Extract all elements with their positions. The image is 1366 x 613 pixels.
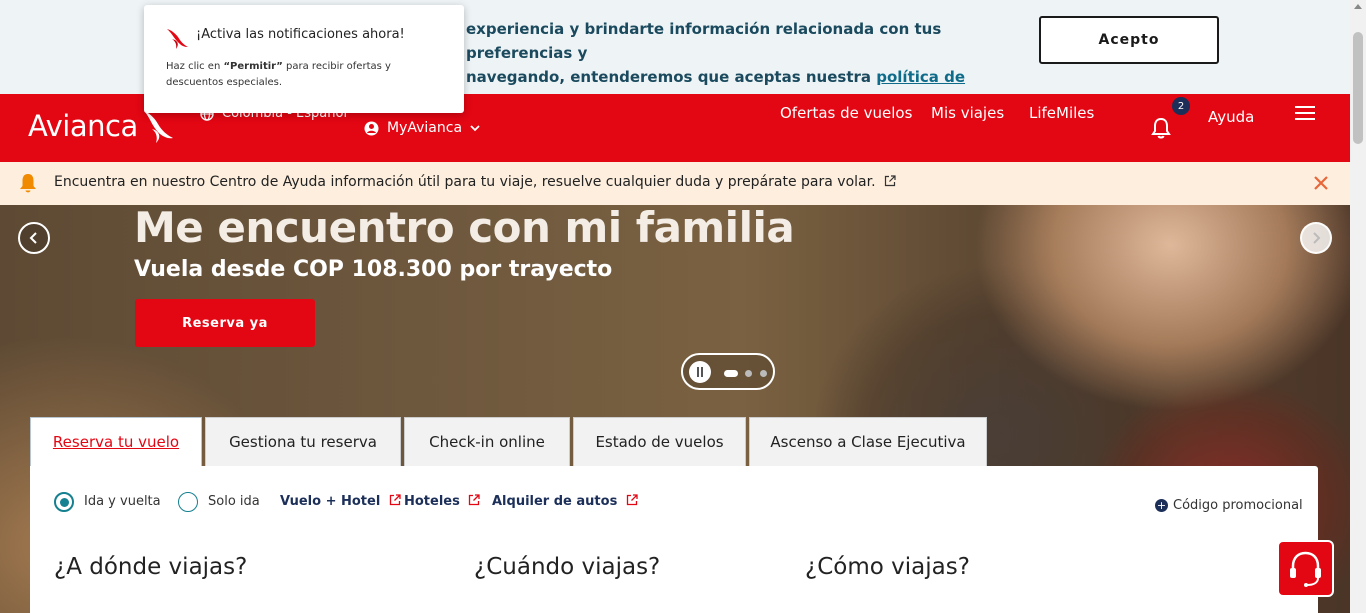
external-link-icon — [626, 494, 638, 506]
carousel-dot-3[interactable] — [760, 370, 767, 377]
chat-support-button[interactable] — [1277, 540, 1334, 597]
tab-estado-de-vuelos[interactable]: Estado de vuelos — [573, 417, 746, 466]
chevron-right-icon — [1313, 232, 1321, 244]
help-center-text[interactable]: Encuentra en nuestro Centro de Ayuda inf… — [54, 174, 896, 190]
hero-subtitle: Vuela desde COP 108.300 por trayecto — [134, 257, 613, 282]
promo-code-label: Código promocional — [1173, 498, 1303, 513]
carousel-prev-button[interactable] — [18, 222, 50, 254]
hero-title: Me encuentro con mi familia — [134, 205, 795, 252]
external-link-icon — [884, 175, 896, 187]
notification-body-bold: “Permitir” — [223, 61, 283, 72]
scrollbar-thumb[interactable] — [1353, 32, 1363, 144]
tab-reserva-tu-vuelo[interactable]: Reserva tu vuelo — [30, 417, 202, 466]
flight-hotel-label: Vuelo + Hotel — [280, 494, 381, 509]
accept-cookies-button[interactable]: Acepto — [1039, 16, 1219, 64]
notification-title: ¡Activa las notificaciones ahora! — [196, 27, 405, 42]
tab-gestiona-tu-reserva[interactable]: Gestiona tu reserva — [205, 417, 401, 466]
alert-bell-icon — [20, 174, 36, 193]
user-icon — [364, 121, 379, 135]
avianca-bird-icon — [167, 29, 188, 49]
where-heading: ¿A dónde viajas? — [54, 554, 248, 580]
notifications-bell-icon[interactable] — [1150, 116, 1172, 140]
how-heading: ¿Cómo viajas? — [805, 554, 970, 580]
close-icon[interactable] — [1311, 173, 1331, 193]
tab-ascenso-clase-ejecutiva[interactable]: Ascenso a Clase Ejecutiva — [749, 417, 987, 466]
radio-round-trip[interactable] — [54, 492, 74, 512]
hero-carousel: Me encuentro con mi familia Vuela desde … — [0, 205, 1350, 613]
notifications-count-badge: 2 — [1172, 97, 1190, 115]
chevron-down-icon — [470, 125, 480, 132]
booking-tabs: Reserva tu vuelo Gestiona tu reserva Che… — [30, 417, 990, 466]
carousel-next-button[interactable] — [1300, 222, 1332, 254]
nav-mis-viajes[interactable]: Mis viajes — [931, 104, 1004, 122]
headset-icon — [1290, 551, 1321, 587]
tab-check-in-online[interactable]: Check-in online — [404, 417, 570, 466]
reserve-now-button[interactable]: Reserva ya — [135, 299, 315, 347]
external-link-icon — [469, 494, 481, 506]
carousel-dot-2[interactable] — [745, 370, 752, 377]
scroll-up-arrow-icon[interactable] — [1354, 4, 1362, 9]
booking-panel: Ida y vuelta Solo ida Vuelo + Hotel Hote… — [30, 466, 1318, 613]
car-rental-label: Alquiler de autos — [492, 494, 618, 509]
cookie-text-line2: navegando, entenderemos que aceptas nues… — [466, 68, 877, 86]
hotels-link[interactable]: Hoteles — [404, 494, 481, 509]
hotels-label: Hoteles — [404, 494, 460, 509]
page-scrollbar[interactable] — [1350, 0, 1366, 613]
notification-body-prefix: Haz clic en — [166, 61, 224, 72]
help-center-info-bar: Encuentra en nuestro Centro de Ayuda inf… — [0, 162, 1350, 205]
one-way-label[interactable]: Solo ida — [208, 494, 260, 509]
chevron-left-icon — [29, 232, 37, 244]
help-link[interactable]: Ayuda — [1208, 108, 1254, 126]
myavianca-label: MyAvianca — [387, 120, 463, 136]
flight-hotel-link[interactable]: Vuelo + Hotel — [280, 494, 401, 509]
cookie-text-line1: experiencia y brindarte información rela… — [466, 20, 942, 62]
when-heading: ¿Cuándo viajas? — [474, 554, 661, 580]
external-link-icon — [389, 494, 401, 506]
car-rental-link[interactable]: Alquiler de autos — [492, 494, 638, 509]
myavianca-menu[interactable]: MyAvianca — [364, 120, 480, 136]
menu-hamburger-icon[interactable] — [1295, 106, 1315, 122]
notification-prompt: ¡Activa las notificaciones ahora! Haz cl… — [144, 5, 464, 113]
round-trip-label[interactable]: Ida y vuelta — [84, 494, 161, 509]
promo-code-toggle[interactable]: + Código promocional — [1155, 498, 1303, 513]
plus-icon: + — [1155, 499, 1168, 512]
nav-lifemiles[interactable]: LifeMiles — [1029, 104, 1094, 122]
nav-ofertas-de-vuelos[interactable]: Ofertas de vuelos — [780, 104, 912, 122]
radio-one-way[interactable] — [178, 492, 198, 512]
pause-icon[interactable] — [689, 361, 711, 383]
help-center-message: Encuentra en nuestro Centro de Ayuda inf… — [54, 174, 876, 190]
carousel-dot-1[interactable] — [724, 370, 738, 377]
carousel-controls — [681, 353, 775, 390]
logo-text: Avianca — [28, 109, 138, 143]
notification-body: Haz clic en “Permitir” para recibir ofer… — [166, 59, 451, 91]
